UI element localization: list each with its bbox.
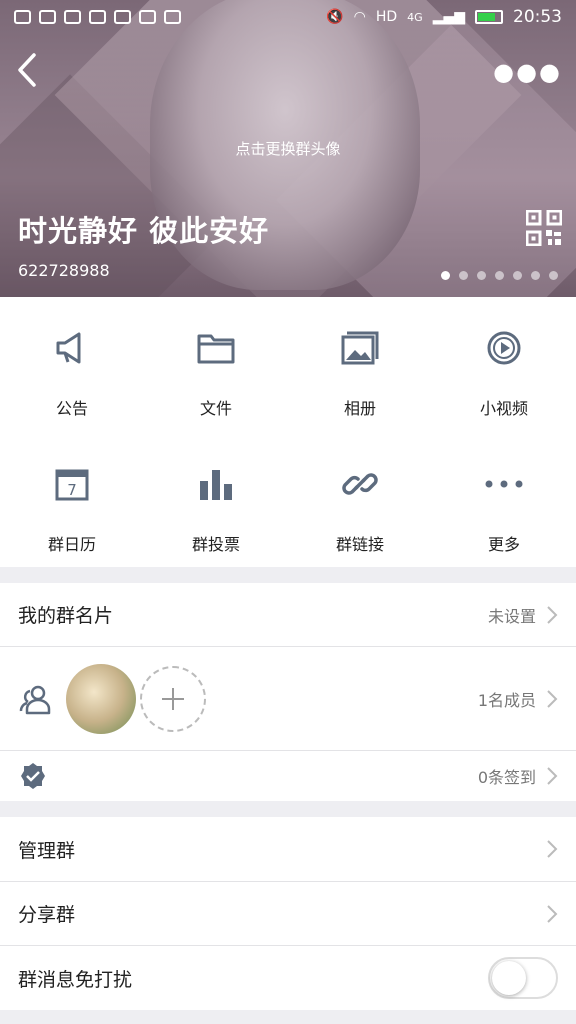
page-dot: [549, 271, 558, 280]
signal-icon: ▂▄▆: [432, 9, 465, 25]
message-icon: [14, 10, 31, 24]
feature-more[interactable]: 更多: [432, 459, 576, 555]
feature-label: 文件: [199, 399, 232, 418]
my-group-card-row[interactable]: 我的群名片 未设置: [0, 583, 576, 646]
back-icon[interactable]: [12, 52, 42, 88]
chevron-right-icon: [547, 767, 558, 785]
folder-icon: [197, 334, 235, 364]
feature-files[interactable]: 文件: [144, 323, 288, 419]
feature-announcement[interactable]: 公告: [0, 323, 144, 419]
plus-icon: [162, 687, 184, 710]
page-dot: [531, 271, 540, 280]
feature-calendar[interactable]: 7 群日历: [0, 459, 144, 555]
members-icon: [19, 685, 51, 714]
group-header[interactable]: 🔇 ◠ HD 4G ▂▄▆ 20:53 ●●● 点击更换群头像 时光静好 彼此安…: [0, 0, 576, 297]
app-icon: [89, 10, 106, 24]
feature-vote[interactable]: 群投票: [144, 459, 288, 555]
megaphone-icon: [56, 332, 81, 364]
battery-icon: [475, 10, 503, 24]
feature-label: 更多: [487, 535, 520, 554]
manage-group-row[interactable]: 管理群: [0, 817, 576, 881]
notification-icons: [14, 10, 181, 24]
page-dot: [477, 271, 486, 280]
video-play-icon: [487, 331, 521, 365]
page-dot: [513, 271, 522, 280]
weibo-icon: [139, 10, 156, 24]
feature-label: 相册: [343, 399, 376, 418]
feature-link[interactable]: 群链接: [288, 459, 432, 555]
member-count: 1名成员: [477, 690, 536, 710]
feature-label: 公告: [55, 399, 88, 418]
more-notifications-icon: [164, 10, 181, 24]
row-value: 未设置: [487, 606, 536, 626]
section-divider: [0, 801, 576, 817]
feature-grid: 公告 文件 相册 小视频 7 群日历 群投票 群链接 更多: [0, 297, 576, 567]
album-icon: [341, 331, 379, 365]
row-title: 分享群: [18, 904, 76, 926]
status-bar: 🔇 ◠ HD 4G ▂▄▆ 20:53: [0, 0, 576, 34]
feature-label: 群日历: [47, 535, 96, 554]
signin-count: 0条签到: [477, 768, 536, 787]
group-name: 时光静好 彼此安好: [18, 214, 270, 248]
svg-text:7: 7: [67, 481, 77, 499]
feature-label: 群投票: [191, 535, 240, 554]
feature-label: 群链接: [335, 535, 384, 554]
row-title: 管理群: [18, 839, 76, 862]
feature-album[interactable]: 相册: [288, 323, 432, 419]
group-id: 622728988: [18, 261, 110, 280]
change-avatar-hint[interactable]: 点击更换群头像: [0, 138, 576, 159]
page-dot: [495, 271, 504, 280]
chevron-right-icon: [547, 904, 558, 923]
hd-label: HD: [375, 9, 398, 25]
section-divider: [0, 567, 576, 583]
section-divider: [0, 1010, 576, 1024]
qr-code-icon[interactable]: [526, 210, 562, 246]
signin-row[interactable]: 0条签到: [0, 751, 576, 801]
mute-icon: 🔇: [326, 9, 344, 25]
page-indicator: [441, 271, 558, 280]
link-icon: [342, 473, 378, 495]
members-row[interactable]: 1名成员: [0, 647, 576, 750]
page-dot: [459, 271, 468, 280]
row-title: 群消息免打扰: [18, 968, 133, 991]
chevron-right-icon: [547, 605, 558, 624]
feature-short-video[interactable]: 小视频: [432, 323, 576, 419]
image-icon: [114, 10, 131, 24]
page-dot: [441, 271, 450, 280]
bar-chart-icon: [200, 470, 232, 500]
more-menu-icon[interactable]: ●●●: [493, 58, 562, 86]
verified-badge-icon: [21, 763, 45, 789]
feature-label: 小视频: [479, 399, 528, 418]
wifi-icon: ◠: [353, 9, 366, 25]
qq-icon: [64, 10, 81, 24]
mute-toggle[interactable]: [488, 957, 558, 999]
calendar-icon: 7: [55, 469, 89, 501]
chevron-right-icon: [547, 689, 558, 708]
network-label: 4G: [407, 10, 423, 24]
share-group-row[interactable]: 分享群: [0, 882, 576, 945]
more-dots-icon: [485, 480, 523, 488]
row-title: 我的群名片: [18, 605, 114, 627]
clock: 20:53: [513, 7, 562, 27]
add-member-button[interactable]: [140, 665, 206, 732]
chevron-right-icon: [547, 840, 558, 858]
mute-notifications-row: 群消息免打扰: [0, 946, 576, 1010]
member-avatar[interactable]: [66, 663, 136, 734]
wechat-icon: [39, 10, 56, 24]
